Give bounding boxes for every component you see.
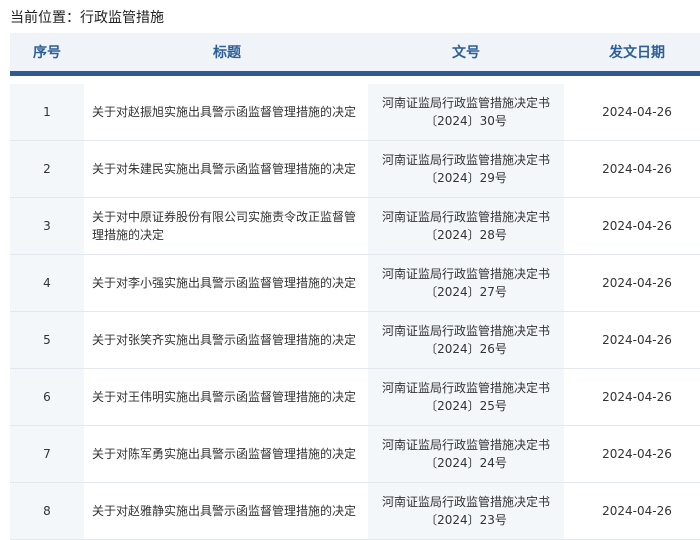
row-title-link[interactable]: 关于对赵振旭实施出具警示函监督管理措施的决定 xyxy=(84,84,368,141)
row-doc-number: 河南证监局行政监管措施决定书 〔2024〕26号 xyxy=(368,311,564,369)
row-date: 2024-04-26 xyxy=(564,197,700,255)
row-no: 8 xyxy=(10,482,84,540)
row-doc-number: 河南证监局行政监管措施决定书 〔2024〕29号 xyxy=(368,140,564,198)
row-title-link[interactable]: 关于对赵雅静实施出具警示函监督管理措施的决定 xyxy=(84,482,368,540)
row-title-link[interactable]: 关于对李小强实施出具警示函监督管理措施的决定 xyxy=(84,254,368,312)
header-no: 序号 xyxy=(10,33,84,76)
table-row: 3 关于对中原证券股份有限公司实施责令改正监督管理措施的决定 河南证监局行政监管… xyxy=(10,197,700,255)
table-spacer xyxy=(10,73,700,84)
row-doc-number: 河南证监局行政监管措施决定书 〔2024〕30号 xyxy=(368,84,564,141)
row-no: 7 xyxy=(10,425,84,483)
row-date: 2024-04-26 xyxy=(564,482,700,540)
row-doc-number: 河南证监局行政监管措施决定书 〔2024〕28号 xyxy=(368,197,564,255)
table-row: 6 关于对王伟明实施出具警示函监督管理措施的决定 河南证监局行政监管措施决定书〔… xyxy=(10,368,700,426)
row-title-link[interactable]: 关于对朱建民实施出具警示函监督管理措施的决定 xyxy=(84,140,368,198)
row-date: 2024-04-26 xyxy=(564,311,700,369)
row-no: 6 xyxy=(10,368,84,426)
row-title-link[interactable]: 关于对中原证券股份有限公司实施责令改正监督管理措施的决定 xyxy=(84,197,368,255)
header-doc-number: 文号 xyxy=(368,33,564,76)
row-date: 2024-04-26 xyxy=(564,140,700,198)
row-no: 1 xyxy=(10,84,84,141)
row-doc-number: 河南证监局行政监管措施决定书 〔2024〕27号 xyxy=(368,254,564,312)
table-row: 1 关于对赵振旭实施出具警示函监督管理措施的决定 河南证监局行政监管措施决定书〔… xyxy=(10,84,700,141)
row-date: 2024-04-26 xyxy=(564,254,700,312)
row-date: 2024-04-26 xyxy=(564,368,700,426)
table-row: 5 关于对张笑齐实施出具警示函监督管理措施的决定 河南证监局行政监管措施决定书〔… xyxy=(10,311,700,369)
table-row: 8 关于对赵雅静实施出具警示函监督管理措施的决定 河南证监局行政监管措施决定书〔… xyxy=(10,482,700,540)
row-no: 3 xyxy=(10,197,84,255)
table-row: 2 关于对朱建民实施出具警示函监督管理措施的决定 河南证监局行政监管措施决定书〔… xyxy=(10,140,700,198)
table-row: 7 关于对陈军勇实施出具警示函监督管理措施的决定 河南证监局行政监管措施决定书〔… xyxy=(10,425,700,483)
row-doc-number: 河南证监局行政监管措施决定书 〔2024〕23号 xyxy=(368,482,564,540)
row-title-link[interactable]: 关于对张笑齐实施出具警示函监督管理措施的决定 xyxy=(84,311,368,369)
row-doc-number: 河南证监局行政监管措施决定书 〔2024〕24号 xyxy=(368,425,564,483)
table-row: 4 关于对李小强实施出具警示函监督管理措施的决定 河南证监局行政监管措施决定书〔… xyxy=(10,254,700,312)
row-date: 2024-04-26 xyxy=(564,425,700,483)
breadcrumb: 当前位置：行政监管措施 xyxy=(10,10,164,26)
row-no: 5 xyxy=(10,311,84,369)
row-no: 4 xyxy=(10,254,84,312)
table-header-row: 序号 标题 文号 发文日期 xyxy=(10,33,700,76)
row-title-link[interactable]: 关于对陈军勇实施出具警示函监督管理措施的决定 xyxy=(84,425,368,483)
row-no: 2 xyxy=(10,140,84,198)
measures-table: 序号 标题 文号 发文日期 1 关于对赵振旭实施出具警示函监督管理措施的决定 河… xyxy=(10,33,700,540)
row-date: 2024-04-26 xyxy=(564,84,700,141)
row-title-link[interactable]: 关于对王伟明实施出具警示函监督管理措施的决定 xyxy=(84,368,368,426)
header-title: 标题 xyxy=(84,33,368,76)
header-date: 发文日期 xyxy=(564,33,700,76)
row-doc-number: 河南证监局行政监管措施决定书 〔2024〕25号 xyxy=(368,368,564,426)
